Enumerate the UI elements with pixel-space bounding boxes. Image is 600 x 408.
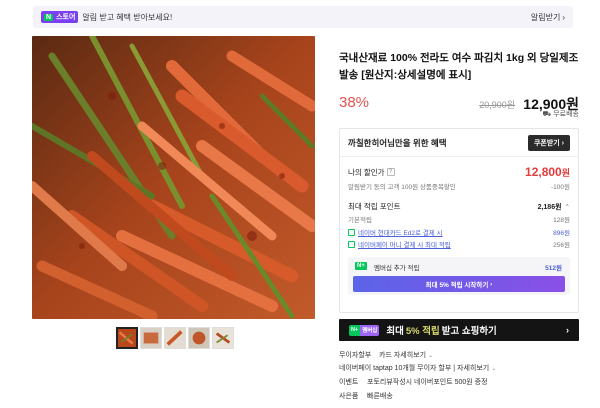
max-points-label: 최대 적립 포인트: [348, 202, 401, 211]
membership-start-button[interactable]: 최대 5% 적립 시작하기 ›: [353, 276, 565, 292]
money-pay-value: 256원: [553, 242, 570, 249]
membership-cta-label: 최대 5% 적립 시작하기: [425, 282, 489, 289]
truck-icon: ⛟: [542, 111, 552, 118]
basic-points-label: 기본적립: [348, 217, 372, 224]
event-detail: 포토리뷰작성시 네이버포인트 500원 증정: [367, 379, 488, 386]
kimchi-photo: [32, 36, 315, 319]
extra-key: 이벤트: [339, 379, 359, 386]
money-pay-row: 네이버페이 머니 결제 시 최대 적립 256원: [348, 239, 570, 249]
basic-points-value: 128원: [553, 217, 570, 224]
naver-n-logo: N: [44, 13, 54, 21]
basic-points-row: 기본적립 128원: [348, 214, 570, 224]
chevron-right-icon: ›: [561, 139, 564, 147]
store-alarm-notice: N 스토어 알림 받고 혜택 받아보세요! 알림받기 ›: [33, 6, 573, 28]
check-icon: [348, 240, 355, 248]
alarm-subscribe-label: 알림받기: [530, 12, 561, 22]
thumbnail-2[interactable]: [140, 327, 162, 349]
extra-key: 무이자할부: [339, 352, 372, 359]
max-points-value: 2,186원: [537, 203, 562, 211]
taptap-installment-row: 네이버페이 taptap 10개월 무이자 할부 | 자세히보기 ⌄: [339, 363, 579, 373]
installment-detail-link[interactable]: 카드 자세히보기: [379, 350, 426, 360]
my-price-label: 나의 할인가: [348, 167, 385, 177]
money-pay-link[interactable]: 네이버페이 머니 결제 시 최대 적립: [358, 239, 451, 249]
extra-key: 사은품: [339, 393, 359, 400]
store-badge: N 스토어: [41, 11, 79, 23]
alarm-subscribe-button[interactable]: 알림받기 ›: [531, 12, 565, 23]
thumbnail-1[interactable]: [116, 327, 138, 349]
thumbnail-strip: [116, 327, 234, 349]
coupon-button[interactable]: 쿠폰받기 ›: [527, 134, 570, 151]
membership-value: 512원: [545, 265, 562, 272]
promo-text-after: 받고 쇼핑하기: [441, 326, 497, 337]
membership-logo-n: N+: [349, 324, 361, 336]
membership-badge: N+: [355, 262, 367, 270]
chevron-down-icon: ⌄: [491, 365, 497, 372]
shipping-label: 무료배송: [553, 111, 579, 118]
membership-logo-text: 멤버십: [360, 324, 380, 336]
hyundai-card-row: 네이버 현대카드 Ed2로 결제 시 896원: [348, 227, 570, 237]
gift-detail: 빠른배송: [367, 393, 393, 400]
installment-row: 무이자할부 카드 자세히보기 ⌄: [339, 350, 579, 360]
chevron-right-icon: ›: [488, 280, 493, 288]
my-discount-price-row: 나의 할인가 ? 12,800원: [348, 165, 570, 179]
benefits-title: 까칠한히어님만을 위한 혜택: [348, 137, 447, 148]
check-icon: [348, 228, 355, 236]
thumbnail-3[interactable]: [164, 327, 186, 349]
shipping-info: ⛟ 무료배송: [339, 109, 579, 119]
promo-text-before: 최대: [386, 326, 404, 337]
coupon-button-label: 쿠폰받기: [533, 139, 560, 147]
question-icon[interactable]: ?: [386, 168, 395, 176]
chevron-right-icon: ›: [566, 325, 569, 335]
taptap-detail-link[interactable]: 네이버페이 taptap 10개월 무이자 할부 | 자세히보기: [339, 363, 489, 373]
benefits-header: 까칠한히어님만을 위한 혜택 쿠폰받기 ›: [340, 129, 578, 157]
my-price-number: 12,800: [525, 165, 562, 179]
membership-label: 멤버십 추가 적립: [374, 265, 420, 272]
product-info: 국내산재료 100% 전라도 여수 파김치 1kg 외 당일제조 발송 [원산지…: [339, 50, 579, 116]
thumbnail-5[interactable]: [212, 327, 234, 349]
alarm-coupon-amount: -100원: [551, 184, 570, 191]
gift-row: 사은품 빠른배송: [339, 391, 579, 401]
chevron-right-icon: ›: [562, 12, 565, 22]
max-points-row: 최대 적립 포인트 2,186원 ⌃: [348, 201, 570, 212]
chevron-down-icon[interactable]: ⌃: [565, 203, 570, 211]
chevron-down-icon: ⌄: [428, 352, 434, 359]
membership-box: N+ 멤버십 추가 적립 512원 최대 5% 적립 시작하기 ›: [348, 257, 570, 295]
alarm-coupon-label: 알림받기 동의 고객 100원 상품중복할인: [348, 184, 456, 191]
event-row: 이벤트 포토리뷰작성시 네이버포인트 500원 증정: [339, 377, 579, 387]
my-price-unit: 원: [561, 168, 570, 178]
product-main-image[interactable]: [32, 36, 315, 319]
my-price-value: 12,800원: [525, 165, 570, 179]
store-label: 스토어: [56, 14, 76, 21]
thumbnail-4[interactable]: [188, 327, 210, 349]
benefits-panel: 까칠한히어님만을 위한 혜택 쿠폰받기 › 나의 할인가 ? 12,800원 알…: [339, 128, 579, 313]
membership-promo-banner[interactable]: N+ 멤버십 최대 5% 적립 받고 쇼핑하기 ›: [339, 319, 579, 341]
alarm-message: 알림 받고 혜택 받아보세요!: [82, 12, 173, 22]
hyundai-card-link[interactable]: 네이버 현대카드 Ed2로 결제 시: [358, 227, 443, 237]
hyundai-card-value: 896원: [553, 230, 570, 237]
product-page: N 스토어 알림 받고 혜택 받아보세요! 알림받기 › 국내산재료 100% …: [0, 0, 600, 408]
promo-highlight: 5% 적립: [405, 326, 440, 337]
membership-logo: N+ 멤버십: [349, 324, 380, 336]
product-title: 국내산재료 100% 전라도 여수 파김치 1kg 외 당일제조 발송 [원산지…: [339, 52, 579, 81]
alarm-coupon-row: 알림받기 동의 고객 100원 상품중복할인 -100원: [348, 181, 570, 191]
